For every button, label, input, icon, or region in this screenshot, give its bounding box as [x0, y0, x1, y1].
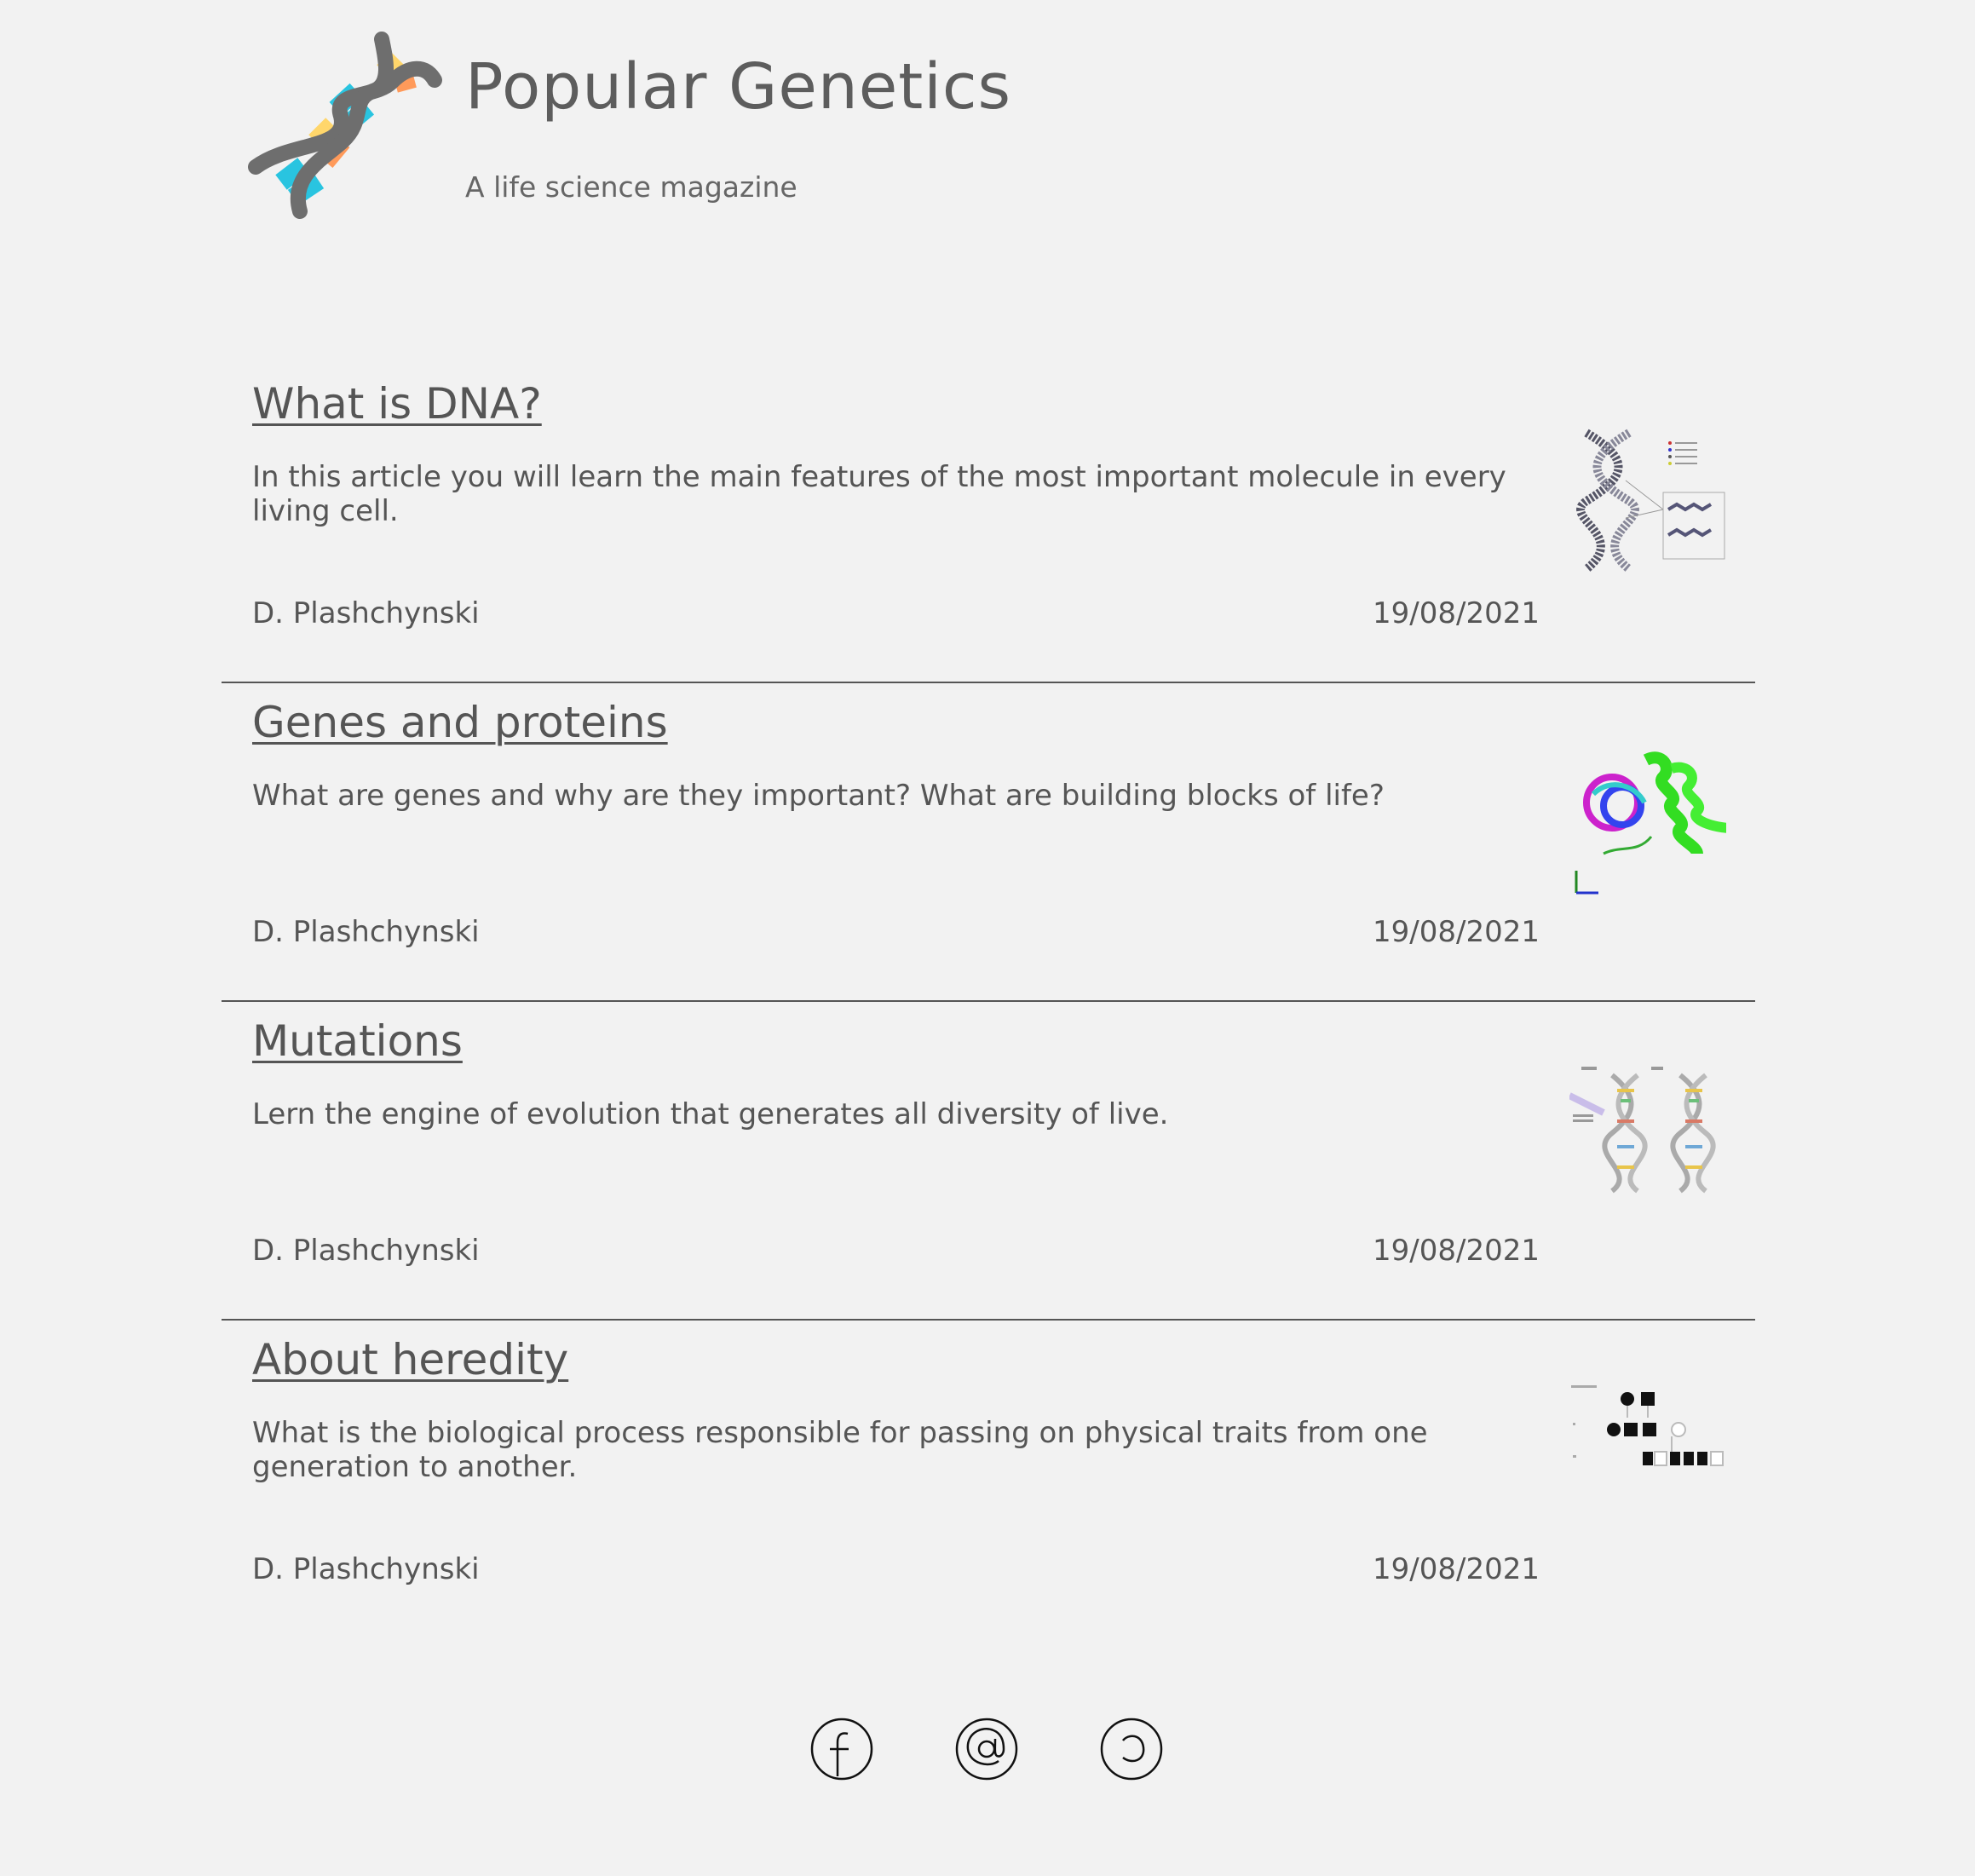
article-title-link[interactable]: What is DNA?: [252, 377, 542, 431]
article-date: 19/08/2021: [1373, 1234, 1540, 1268]
article-excerpt: What is the biological process responsib…: [252, 1416, 1428, 1484]
article-author: D. Plashchynski: [252, 596, 480, 630]
site-subtitle: A life science magazine: [465, 170, 797, 204]
site-title: Popular Genetics: [465, 50, 1012, 124]
article-title-link[interactable]: Genes and proteins: [252, 695, 668, 750]
dna-structure-thumbnail[interactable]: [1569, 424, 1726, 581]
copyleft-icon[interactable]: [1099, 1717, 1164, 1781]
article-card: What is DNA? In this article you will le…: [222, 365, 1755, 683]
article-author: D. Plashchynski: [252, 1234, 480, 1268]
footer: [809, 1717, 1167, 1785]
article-author: D. Plashchynski: [252, 915, 480, 949]
article-card: Mutations Lern the engine of evolution t…: [222, 1002, 1755, 1321]
article-card: Genes and proteins What are genes and wh…: [222, 683, 1755, 1002]
protein-structure-thumbnail[interactable]: [1569, 743, 1732, 900]
pedigree-chart-thumbnail[interactable]: [1569, 1380, 1726, 1537]
dna-mutation-thumbnail[interactable]: [1568, 1062, 1726, 1218]
article-date: 19/08/2021: [1373, 915, 1540, 949]
facebook-icon[interactable]: [809, 1717, 874, 1781]
article-title-link[interactable]: Mutations: [252, 1014, 463, 1068]
article-list: What is DNA? In this article you will le…: [222, 365, 1755, 1639]
page: Popular Genetics A life science magazine…: [0, 0, 1975, 1876]
dna-logo-icon[interactable]: [247, 31, 443, 227]
article-excerpt: In this article you will learn the main …: [252, 460, 1506, 528]
article-card: About heredity What is the biological pr…: [222, 1321, 1755, 1639]
article-title-link[interactable]: About heredity: [252, 1332, 568, 1387]
article-author: D. Plashchynski: [252, 1552, 480, 1586]
article-date: 19/08/2021: [1373, 596, 1540, 630]
article-excerpt: What are genes and why are they importan…: [252, 779, 1385, 813]
article-date: 19/08/2021: [1373, 1552, 1540, 1586]
article-excerpt: Lern the engine of evolution that genera…: [252, 1097, 1169, 1131]
email-icon[interactable]: [954, 1717, 1019, 1781]
